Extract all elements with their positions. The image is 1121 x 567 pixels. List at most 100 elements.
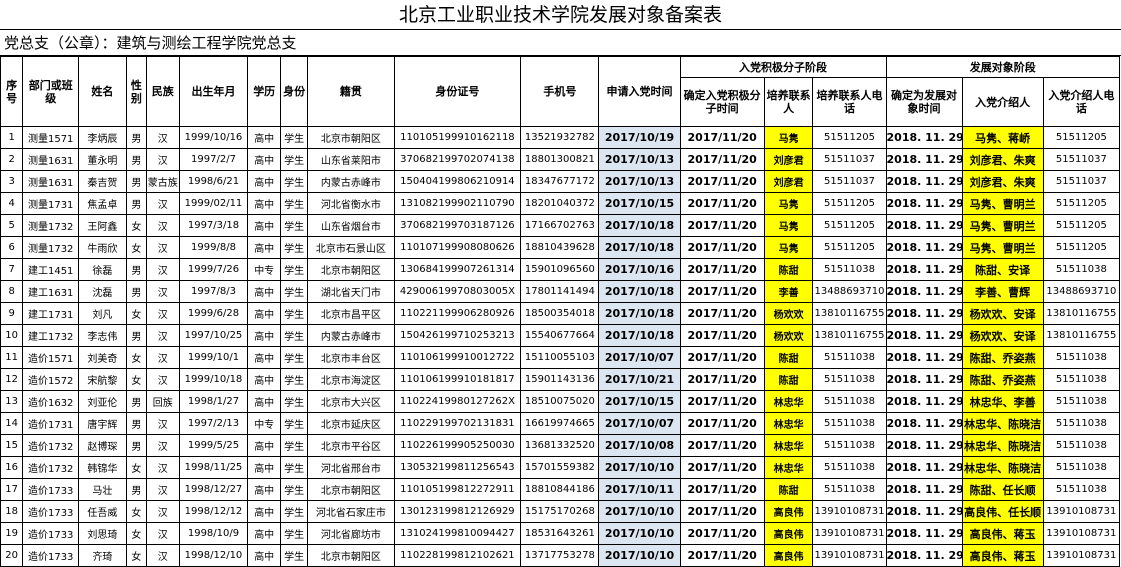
cell-origin[interactable]: 北京市朝阳区 [307, 126, 395, 149]
cell-dev-date[interactable]: 2018. 11. 29 [885, 500, 963, 523]
cell-apply-date[interactable]: 2017/10/10 [598, 500, 681, 523]
cell-gender[interactable]: 女 [125, 236, 148, 259]
cell-class[interactable]: 造价1571 [22, 346, 80, 369]
cell-ethnicity[interactable]: 汉 [146, 478, 180, 501]
cell-identity[interactable]: 学生 [279, 148, 309, 171]
cell-class[interactable]: 建工1451 [22, 258, 80, 281]
cell-introducer-phone[interactable]: 51511205 [1042, 192, 1121, 215]
cell-trainer[interactable]: 马隽 [763, 192, 814, 215]
cell-edu[interactable]: 高中 [247, 434, 281, 457]
cell-phone[interactable]: 15901143136 [520, 368, 600, 391]
cell-gender[interactable]: 男 [125, 434, 148, 457]
cell-introducer[interactable]: 陈甜、乔姿燕 [961, 346, 1044, 369]
cell-ethnicity[interactable]: 汉 [146, 302, 180, 325]
cell-gender[interactable]: 女 [125, 302, 148, 325]
cell-id-number[interactable]: 130123199812126929 [393, 500, 522, 523]
cell-edu[interactable]: 高中 [247, 236, 281, 259]
cell-class[interactable]: 造价1733 [22, 522, 80, 545]
cell-gender[interactable]: 男 [125, 390, 148, 413]
cell-activist-date[interactable]: 2017/11/20 [679, 126, 765, 149]
cell-class[interactable]: 测量1631 [22, 170, 80, 193]
cell-edu[interactable]: 高中 [247, 500, 281, 523]
cell-apply-date[interactable]: 2017/10/13 [598, 148, 681, 171]
cell-origin[interactable]: 河北省衡水市 [307, 192, 395, 215]
cell-introducer-phone[interactable]: 51511038 [1042, 478, 1121, 501]
cell-introducer-phone[interactable]: 13810116755 [1042, 324, 1121, 347]
cell-ethnicity[interactable]: 汉 [146, 522, 180, 545]
cell-gender[interactable]: 女 [125, 544, 148, 567]
cell-origin[interactable]: 湖北省天门市 [307, 280, 395, 303]
cell-dev-date[interactable]: 2018. 11. 29 [885, 258, 963, 281]
cell-identity[interactable]: 学生 [279, 434, 309, 457]
cell-gender[interactable]: 男 [125, 126, 148, 149]
cell-origin[interactable]: 北京市丰台区 [307, 346, 395, 369]
cell-trainer-phone[interactable]: 51511037 [812, 148, 887, 171]
cell-gender[interactable]: 女 [125, 214, 148, 237]
cell-activist-date[interactable]: 2017/11/20 [679, 192, 765, 215]
cell-gender[interactable]: 男 [125, 478, 148, 501]
cell-name[interactable]: 刘美奇 [78, 346, 127, 369]
cell-trainer-phone[interactable]: 51511038 [812, 434, 887, 457]
cell-origin[interactable]: 河北省石家庄市 [307, 500, 395, 523]
cell-gender[interactable]: 男 [125, 192, 148, 215]
cell-trainer-phone[interactable]: 51511038 [812, 478, 887, 501]
cell-class[interactable]: 建工1631 [22, 280, 80, 303]
cell-birth[interactable]: 1999/10/18 [178, 368, 249, 391]
cell-name[interactable]: 焦孟卓 [78, 192, 127, 215]
cell-activist-date[interactable]: 2017/11/20 [679, 170, 765, 193]
cell-identity[interactable]: 学生 [279, 214, 309, 237]
cell-ethnicity[interactable]: 汉 [146, 500, 180, 523]
cell-dev-date[interactable]: 2018. 11. 29 [885, 214, 963, 237]
cell-apply-date[interactable]: 2017/10/18 [598, 324, 681, 347]
cell-introducer-phone[interactable]: 13910108731 [1042, 522, 1121, 545]
cell-introducer-phone[interactable]: 13910108731 [1042, 500, 1121, 523]
cell-dev-date[interactable]: 2018. 11. 29 [885, 148, 963, 171]
cell-trainer[interactable]: 高良伟 [763, 544, 814, 567]
cell-birth[interactable]: 1998/1/27 [178, 390, 249, 413]
cell-trainer[interactable]: 高良伟 [763, 522, 814, 545]
cell-phone[interactable]: 18810439628 [520, 236, 600, 259]
cell-identity[interactable]: 学生 [279, 456, 309, 479]
cell-apply-date[interactable]: 2017/10/11 [598, 478, 681, 501]
cell-phone[interactable]: 13521932782 [520, 126, 600, 149]
cell-seq[interactable]: 1 [0, 126, 24, 149]
cell-trainer[interactable]: 李善 [763, 280, 814, 303]
cell-apply-date[interactable]: 2017/10/08 [598, 434, 681, 457]
cell-edu[interactable]: 中专 [247, 258, 281, 281]
cell-birth[interactable]: 1997/2/13 [178, 412, 249, 435]
cell-name[interactable]: 任吾威 [78, 500, 127, 523]
cell-dev-date[interactable]: 2018. 11. 29 [885, 368, 963, 391]
cell-phone[interactable]: 18531643261 [520, 522, 600, 545]
cell-trainer-phone[interactable]: 51511038 [812, 346, 887, 369]
cell-origin[interactable]: 北京市朝阳区 [307, 544, 395, 567]
cell-phone[interactable]: 18810844186 [520, 478, 600, 501]
cell-phone[interactable]: 17166702763 [520, 214, 600, 237]
cell-edu[interactable]: 高中 [247, 214, 281, 237]
cell-name[interactable]: 马壮 [78, 478, 127, 501]
cell-origin[interactable]: 北京市延庆区 [307, 412, 395, 435]
cell-apply-date[interactable]: 2017/10/10 [598, 522, 681, 545]
cell-phone[interactable]: 18201040372 [520, 192, 600, 215]
cell-class[interactable]: 造价1732 [22, 456, 80, 479]
cell-class[interactable]: 建工1731 [22, 302, 80, 325]
cell-seq[interactable]: 10 [0, 324, 24, 347]
cell-introducer-phone[interactable]: 13488693710 [1042, 280, 1121, 303]
cell-seq[interactable]: 9 [0, 302, 24, 325]
cell-activist-date[interactable]: 2017/11/20 [679, 522, 765, 545]
cell-trainer[interactable]: 马隽 [763, 236, 814, 259]
cell-phone[interactable]: 15701559382 [520, 456, 600, 479]
cell-activist-date[interactable]: 2017/11/20 [679, 478, 765, 501]
cell-ethnicity[interactable]: 蒙古族 [146, 170, 180, 193]
cell-trainer[interactable]: 杨欢欢 [763, 324, 814, 347]
cell-dev-date[interactable]: 2018. 11. 29 [885, 126, 963, 149]
cell-edu[interactable]: 高中 [247, 170, 281, 193]
cell-apply-date[interactable]: 2017/10/10 [598, 544, 681, 567]
cell-ethnicity[interactable]: 汉 [146, 280, 180, 303]
cell-apply-date[interactable]: 2017/10/10 [598, 456, 681, 479]
cell-identity[interactable]: 学生 [279, 522, 309, 545]
cell-ethnicity[interactable]: 汉 [146, 324, 180, 347]
cell-seq[interactable]: 13 [0, 390, 24, 413]
cell-ethnicity[interactable]: 汉 [146, 434, 180, 457]
cell-edu[interactable]: 高中 [247, 302, 281, 325]
cell-activist-date[interactable]: 2017/11/20 [679, 434, 765, 457]
